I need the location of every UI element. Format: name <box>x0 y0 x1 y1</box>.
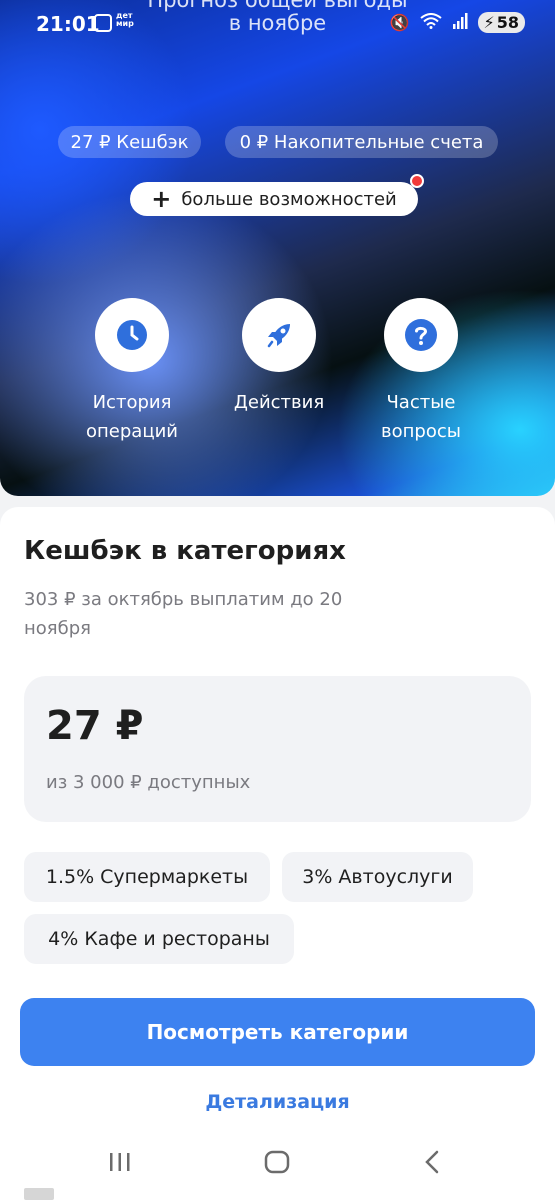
card-subtitle: 303 ₽ за октябрь выплатим до 20 ноября <box>24 589 343 639</box>
back-icon[interactable] <box>424 1150 440 1181</box>
history-action[interactable]: История операций <box>57 298 207 446</box>
battery-level: 58 <box>496 13 519 32</box>
faq-label: Частые вопросы <box>381 392 461 442</box>
category-chip[interactable]: 4% Кафе и рестораны <box>24 914 294 964</box>
history-circle <box>95 298 169 372</box>
rocket-icon <box>267 324 290 348</box>
charging-icon: ⚡ <box>483 13 495 32</box>
screenshot-icon <box>94 14 112 32</box>
category-chip[interactable]: 3% Автоуслуги <box>282 852 473 902</box>
cashback-chip[interactable]: 27 ₽ Кешбэк <box>58 126 201 158</box>
clock-icon <box>117 320 147 350</box>
view-categories-button[interactable]: Посмотреть категории <box>20 998 535 1066</box>
faq-action[interactable]: Частые вопросы <box>346 298 496 446</box>
app-logo-icon: дет мир <box>116 11 134 28</box>
operations-circle <box>242 298 316 372</box>
history-label: История операций <box>86 392 178 442</box>
plus-icon: + <box>151 185 172 213</box>
notification-dot <box>410 174 424 188</box>
card-title: Кешбэк в категориях <box>24 536 346 566</box>
home-icon[interactable] <box>264 1150 290 1181</box>
faq-circle <box>384 298 458 372</box>
signal-icon <box>452 12 468 33</box>
recent-apps-icon[interactable] <box>108 1150 132 1180</box>
details-link[interactable]: Детализация <box>0 1091 555 1113</box>
category-chip[interactable]: 1.5% Супермаркеты <box>24 852 270 902</box>
more-features-button[interactable]: + больше возможностей <box>130 182 418 216</box>
operations-label: Действия <box>233 392 325 413</box>
operations-action[interactable]: Действия <box>204 298 354 417</box>
savings-chip[interactable]: 0 ₽ Накопительные счета <box>225 126 498 158</box>
cashback-summary <box>24 676 531 822</box>
system-navigation-bar <box>0 1140 555 1188</box>
status-time: 21:01 <box>36 12 100 36</box>
question-icon <box>405 319 437 351</box>
next-section-peek <box>24 1188 54 1200</box>
battery-indicator: ⚡ 58 <box>477 12 525 33</box>
status-bar: 21:01 дет мир 🔇 ⚡ 58 <box>0 0 555 48</box>
wifi-icon <box>419 12 442 33</box>
cashback-available: из 3 000 ₽ доступных <box>46 772 251 793</box>
more-features-label: больше возможностей <box>181 188 397 210</box>
cashback-amount: 27 ₽ <box>46 703 144 749</box>
mute-icon: 🔇 <box>389 13 410 32</box>
